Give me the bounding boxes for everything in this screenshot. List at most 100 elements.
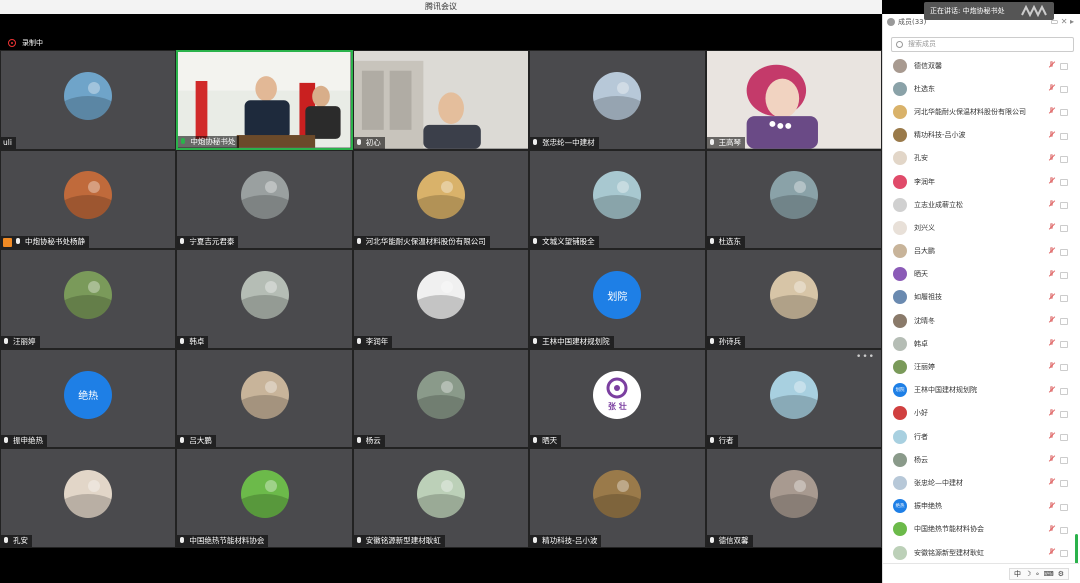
member-status-icons [1049,385,1069,395]
member-row[interactable]: 李润年 [883,170,1079,193]
member-row[interactable]: 晒天 [883,263,1079,286]
participant-name: uli [3,137,12,147]
participant-tile[interactable]: 安徽铭源新型建材耿虹 [352,448,530,548]
ime-button[interactable]: ⚙ [1058,569,1064,579]
participant-tile[interactable]: 文城义望铺股全 [529,149,706,250]
participant-tile[interactable]: 德信双馨 [705,448,882,548]
member-name: 行者 [914,432,928,441]
member-avatar [893,174,907,189]
window-title: 腾讯会议 [0,0,882,14]
member-row[interactable]: 精功科技-吕小波 [883,124,1079,147]
participant-tile[interactable]: 杨云 [352,348,530,449]
member-row[interactable]: 沈晴冬 [883,309,1079,332]
member-row[interactable]: 小好 [883,402,1079,425]
member-row[interactable]: 孔安 [883,147,1079,170]
participant-avatar [769,271,818,320]
participant-tile[interactable]: 李润年 [352,249,530,349]
participant-tile[interactable]: 张忠纶—中建材 [529,50,706,150]
speaking-indicator: 正在讲话: 中炮协秘书处 [924,2,1054,20]
participant-name-tag: 李润年 [353,335,393,348]
member-name: 德信双馨 [914,61,942,70]
mic-muted-icon [1049,501,1055,511]
member-row[interactable]: 划院 王林中国建材规划院 [883,379,1079,402]
avatar-text: 绝热 [78,391,99,403]
camera-icon [1060,178,1069,186]
ime-button[interactable]: ∘ [1035,569,1039,579]
member-row[interactable]: 杨云 [883,448,1079,471]
member-row[interactable]: 张忠纶—中建材 [883,471,1079,494]
participant-avatar [416,470,465,519]
participant-tile[interactable]: 张 壮晒天 [529,348,706,449]
participant-name-tag: 初心 [353,136,385,149]
participant-tile[interactable]: 韩卓 [176,249,353,349]
participant-name-tag: 汪丽婷 [1,335,40,348]
participant-name: 张忠纶—中建材 [542,137,595,147]
member-row[interactable]: 绝热 振申绝热 [883,495,1079,518]
member-status-icons [1049,316,1069,326]
participant-name-tag: 振申绝热 [1,435,47,448]
participant-tile[interactable]: 绝热振申绝热 [0,348,177,449]
participant-tile[interactable]: 宁夏吉元君泰 [176,149,353,250]
participant-name-tag: 吕大鹏 [177,435,216,448]
ime-button[interactable]: ⌨ [1044,569,1054,579]
member-name: 如履祖技 [914,293,942,302]
member-row[interactable]: 安徽铭源新型建材耿虹 [883,541,1079,564]
member-row[interactable]: 刘兴义 [883,216,1079,239]
participant-tile[interactable]: 中国绝热节能材料协会 [176,448,353,548]
member-status-icons [1049,130,1069,140]
participant-tile[interactable]: 吕大鹏 [176,348,353,449]
member-row[interactable]: 如履祖技 [883,286,1079,309]
camera-icon [1060,340,1069,349]
participant-name: 振申绝热 [13,436,43,446]
member-row[interactable]: 德信双馨 [883,54,1079,77]
participant-tile[interactable]: 孔安 [0,448,177,548]
member-row[interactable]: 吕大鹏 [883,240,1079,263]
panel-controls[interactable]: ▭ ✕ ▸ [1051,17,1074,26]
participant-tile[interactable]: 划院 王林中国建材规划院 [529,249,706,349]
member-avatar [893,336,907,351]
mic-icon [356,437,363,445]
participant-tile[interactable]: 精功科技-吕小波 [529,448,706,548]
member-name: 河北华能耐火保温材料股份有限公司 [914,107,1026,116]
participant-tile[interactable]: 杜选东 [705,149,882,250]
member-row[interactable]: 行者 [883,425,1079,448]
participant-tile[interactable]: 中炮协秘书处 [176,50,353,150]
member-row[interactable]: 汪丽婷 [883,355,1079,378]
participant-tile[interactable]: 初心 [352,50,530,150]
mic-muted-icon [1049,223,1055,232]
member-row[interactable]: 韩卓 [883,332,1079,355]
participant-tile[interactable]: 行者 ••• [705,348,882,449]
ime-button[interactable]: ☽ [1025,569,1031,579]
more-options-icon[interactable]: ••• [856,352,875,362]
mic-icon [709,238,716,246]
camera-icon [1060,479,1069,488]
member-row[interactable]: 立志业成蕲立松 [883,193,1079,216]
participant-tile[interactable]: 孙诗兵 [705,249,882,349]
member-status-icons [1049,547,1069,557]
participant-tile[interactable]: 河北华能耐火保温材料股份有限公司 [352,149,530,250]
search-members-input[interactable]: 搜索成员 [891,37,1074,52]
participant-tile[interactable]: uli [0,50,177,150]
participant-tile[interactable]: 王高琴 [705,50,882,150]
mic-muted-icon [1049,385,1055,395]
member-status-icons [1049,200,1069,210]
participant-name: 王高琴 [718,137,742,147]
recording-bar: 录制中 [0,36,882,50]
member-name: 王林中国建材规划院 [914,386,977,395]
ime-button[interactable]: 中 [1014,569,1021,579]
member-row[interactable]: 河北华能耐火保温材料股份有限公司 [883,100,1079,123]
member-row[interactable]: 杜选东 [883,77,1079,100]
member-avatar [893,475,907,490]
member-row[interactable]: 中国绝热节能材料协会 [883,518,1079,541]
mic-icon [356,337,363,346]
members-list: 德信双馨杜选东河北华能耐火保温材料股份有限公司精功科技-吕小波 孔安 李润年 立志业成… [883,54,1079,564]
mic-icon [179,238,186,246]
participant-tile[interactable]: 汪丽婷 [0,249,177,349]
members-scrollbar[interactable] [1075,534,1078,564]
participant-name: 河北华能耐火保温材料股份有限公司 [365,237,486,247]
member-name: 沈晴冬 [914,316,935,325]
participant-name: 吕大鹏 [189,436,212,446]
mic-muted-icon [1049,130,1055,140]
participant-tile[interactable]: 中炮协秘书处杨静 [0,149,177,250]
ime-toolbar[interactable]: 中 ☽ ∘ ⌨ ⚙ [1008,568,1069,580]
